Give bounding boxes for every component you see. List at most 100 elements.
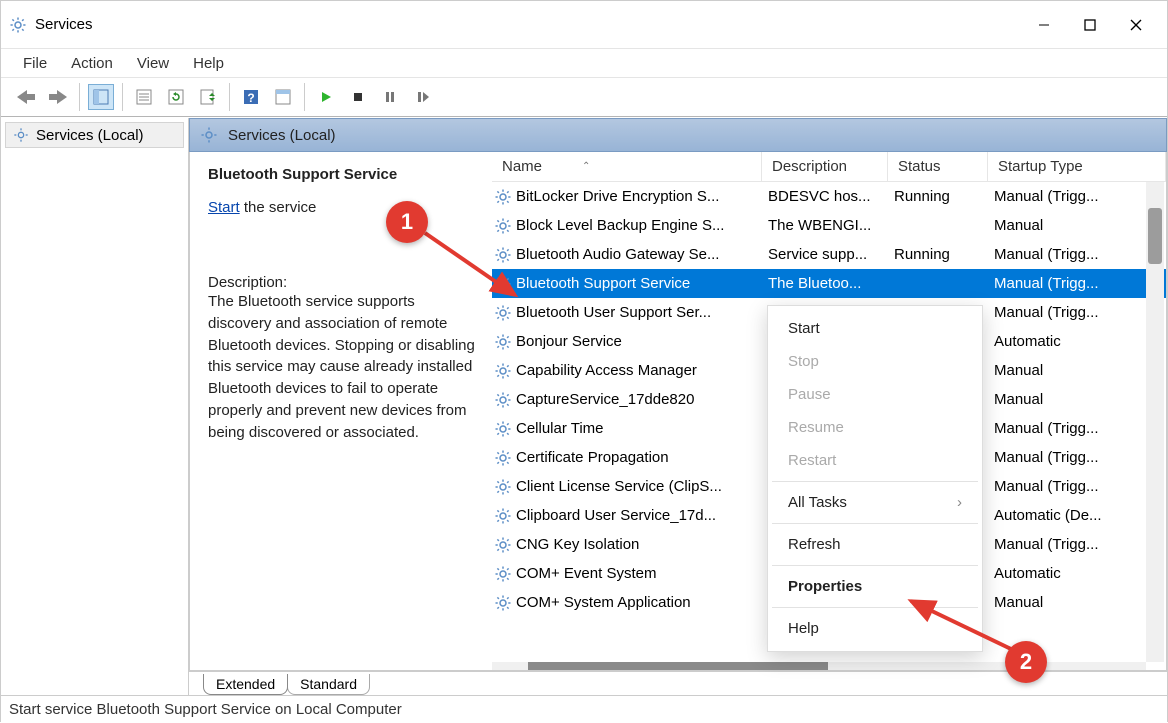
cm-all-tasks[interactable]: All Tasks›	[768, 486, 982, 519]
cm-resume: Resume	[768, 411, 982, 444]
menu-help[interactable]: Help	[183, 53, 234, 74]
cell-name: Block Level Backup Engine S...	[516, 217, 724, 234]
stop-button[interactable]	[345, 84, 371, 110]
menu-file[interactable]: File	[13, 53, 57, 74]
content-header-label: Services (Local)	[228, 127, 336, 144]
cell-name: COM+ System Application	[516, 594, 691, 611]
cell-startup: Automatic	[988, 333, 1166, 350]
gear-icon	[494, 333, 512, 351]
gear-icon	[494, 362, 512, 380]
cell-startup: Manual (Trigg...	[988, 275, 1166, 292]
cell-description: Service supp...	[762, 246, 888, 263]
cell-startup: Automatic	[988, 565, 1166, 582]
gear-icon	[494, 449, 512, 467]
cell-startup: Automatic (De...	[988, 507, 1166, 524]
toolbar-separator	[79, 83, 80, 111]
annotation-arrow-1	[419, 227, 529, 307]
cell-name: CNG Key Isolation	[516, 536, 639, 553]
table-row[interactable]: Bluetooth Support ServiceThe Bluetoo...M…	[492, 269, 1166, 298]
cm-stop: Stop	[768, 345, 982, 378]
cell-startup: Manual (Trigg...	[988, 304, 1166, 321]
show-hide-tree-button[interactable]	[88, 84, 114, 110]
cm-separator	[772, 523, 978, 524]
col-header-status[interactable]: Status	[888, 152, 988, 181]
gear-icon	[494, 391, 512, 409]
maximize-button[interactable]	[1067, 5, 1113, 45]
play-button[interactable]	[313, 84, 339, 110]
annotation-1: 1	[386, 201, 428, 243]
cell-status: Running	[888, 188, 988, 205]
toolbar-separator	[122, 83, 123, 111]
restart-button[interactable]	[409, 84, 435, 110]
table-row[interactable]: Block Level Backup Engine S...The WBENGI…	[492, 211, 1166, 240]
tab-extended[interactable]: Extended	[203, 674, 288, 695]
cell-name: CaptureService_17dde820	[516, 391, 694, 408]
col-header-startup[interactable]: Startup Type	[988, 152, 1166, 181]
col-header-description[interactable]: Description	[762, 152, 888, 181]
content-header: Services (Local)	[189, 118, 1167, 152]
cell-name: Cellular Time	[516, 420, 604, 437]
horizontal-scrollbar[interactable]	[492, 662, 1146, 670]
toolbar-separator	[304, 83, 305, 111]
menu-action[interactable]: Action	[61, 53, 123, 74]
chevron-right-icon: ›	[957, 494, 962, 511]
cm-start[interactable]: Start	[768, 312, 982, 345]
close-button[interactable]	[1113, 5, 1159, 45]
cm-refresh[interactable]: Refresh	[768, 528, 982, 561]
cell-startup: Manual (Trigg...	[988, 246, 1166, 263]
cell-name: Bluetooth Audio Gateway Se...	[516, 246, 719, 263]
annotation-arrow-2	[901, 593, 1021, 663]
gear-icon	[494, 565, 512, 583]
cell-startup: Manual (Trigg...	[988, 188, 1166, 205]
detail-start-service: Start the service	[208, 199, 478, 216]
cell-name: COM+ Event System	[516, 565, 656, 582]
cell-startup: Manual (Trigg...	[988, 420, 1166, 437]
titlebar: Services	[1, 1, 1167, 49]
cell-name: Certificate Propagation	[516, 449, 669, 466]
cm-pause: Pause	[768, 378, 982, 411]
list-header: Name⌃ Description Status Startup Type	[492, 152, 1166, 182]
gear-icon	[494, 188, 512, 206]
cell-startup: Manual	[988, 217, 1166, 234]
gear-icon	[9, 16, 27, 34]
gear-icon	[494, 478, 512, 496]
properties-button[interactable]	[131, 84, 157, 110]
window-title: Services	[35, 16, 93, 33]
scrollbar-thumb[interactable]	[1148, 208, 1162, 264]
toolbar: ?	[1, 77, 1167, 117]
minimize-button[interactable]	[1021, 5, 1067, 45]
sidebar-item-services-local[interactable]: Services (Local)	[5, 122, 184, 148]
cm-restart: Restart	[768, 444, 982, 477]
cell-name: Bonjour Service	[516, 333, 622, 350]
help-button[interactable]: ?	[238, 84, 264, 110]
hscroll-thumb[interactable]	[528, 662, 828, 670]
vertical-scrollbar[interactable]	[1146, 182, 1164, 662]
table-row[interactable]: Bluetooth Audio Gateway Se... Service sup…	[492, 240, 1166, 269]
refresh-button[interactable]	[163, 84, 189, 110]
view-button[interactable]	[270, 84, 296, 110]
start-link[interactable]: Start	[208, 199, 240, 216]
detail-desc: The Bluetooth service supports discovery…	[208, 291, 478, 443]
forward-button[interactable]	[45, 84, 71, 110]
cell-startup: Manual (Trigg...	[988, 536, 1166, 553]
cm-separator	[772, 565, 978, 566]
col-header-name[interactable]: Name⌃	[492, 152, 762, 181]
sort-asc-icon: ⌃	[582, 161, 590, 172]
back-button[interactable]	[13, 84, 39, 110]
menu-view[interactable]: View	[127, 53, 179, 74]
gear-icon	[494, 536, 512, 554]
tab-standard[interactable]: Standard	[287, 674, 370, 695]
cell-status: Running	[888, 246, 988, 263]
sidebar: Services (Local)	[1, 118, 189, 695]
gear-icon	[200, 126, 218, 144]
cell-description: BDESVC hos...	[762, 188, 888, 205]
svg-text:?: ?	[247, 91, 254, 105]
statusbar: Start service Bluetooth Support Service …	[1, 695, 1167, 723]
cell-name: Clipboard User Service_17d...	[516, 507, 716, 524]
table-row[interactable]: BitLocker Drive Encryption S... BDESVC ho…	[492, 182, 1166, 211]
cell-startup: Manual (Trigg...	[988, 478, 1166, 495]
export-button[interactable]	[195, 84, 221, 110]
cell-name: BitLocker Drive Encryption S...	[516, 188, 719, 205]
pause-button[interactable]	[377, 84, 403, 110]
cell-startup: Manual	[988, 391, 1166, 408]
